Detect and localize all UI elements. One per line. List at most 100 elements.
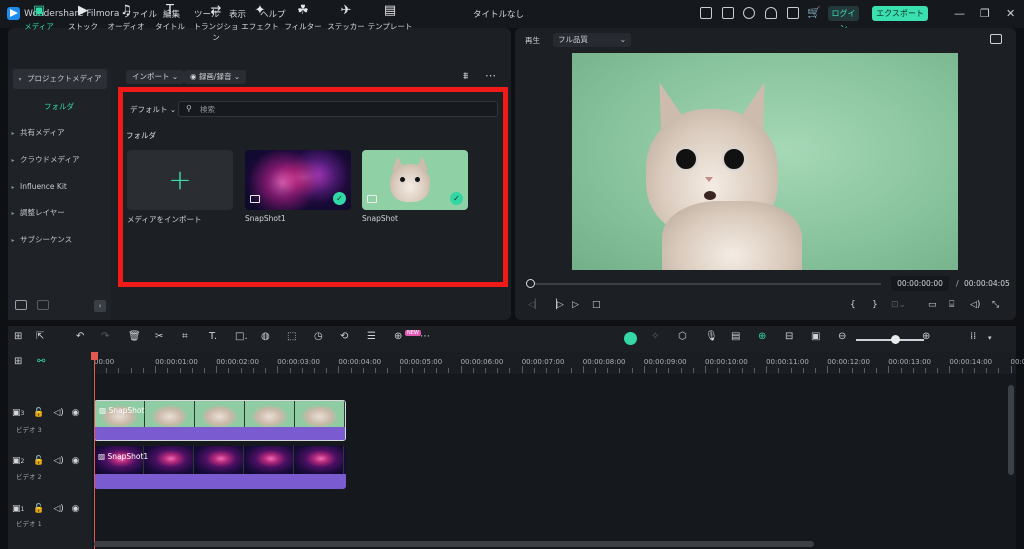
sidebar-item-adjustment-layer[interactable]: ▸ 調整レイヤー [6,203,105,223]
vertical-scrollbar[interactable] [1008,385,1014,475]
sidebar-item-project-media[interactable]: ▾ プロジェクトメディア [13,69,107,89]
timer-icon[interactable]: ◷ [314,331,323,342]
undo-icon[interactable]: ↶ [76,331,84,342]
minimize-icon[interactable]: — [954,7,965,20]
eye-icon[interactable]: ◉ [72,456,80,466]
tool-template[interactable]: ▤ テンプレート [366,3,414,32]
mute-icon[interactable]: ◁) [53,504,63,514]
lock-icon[interactable]: 🔓 [33,504,44,514]
more-options-icon[interactable]: ⋯ [485,69,496,82]
tool-title[interactable]: T タイトル [147,3,193,32]
magic-icon[interactable]: ⟲ [340,331,348,342]
save-icon[interactable] [722,7,734,19]
mark-in-icon[interactable]: { [850,300,856,310]
adjust-icon[interactable]: ☰ [367,331,376,342]
auto-ripple-icon[interactable]: ⊟ [785,331,793,342]
sidebar-item-cloud-media[interactable]: ▸ クラウドメディア [6,150,105,170]
cart-icon[interactable]: 🛒 [807,6,821,19]
login-button[interactable]: ログイン [828,6,859,33]
motion-icon[interactable]: ✧ [651,331,659,342]
mute-icon[interactable]: ◁) [53,408,63,418]
eye-icon[interactable]: ◉ [72,504,80,514]
render-preview-icon[interactable]: ⊡⌄ [891,300,906,310]
mark-out-icon[interactable]: } [872,300,878,310]
step-forward-icon[interactable]: ▕▷ [550,300,564,310]
filter-sort-icon[interactable]: ⩩ [463,71,468,82]
audio-track-icon[interactable]: ▤ [731,331,740,342]
upload-icon[interactable] [743,7,755,19]
import-button[interactable]: インポート ⌄ [126,70,185,84]
play-icon[interactable]: ▷ [572,300,579,310]
shape-icon[interactable]: □. [235,331,248,342]
lock-icon[interactable]: 🔓 [33,408,44,418]
record-button[interactable]: ◉ 録画/録音 ⌄ [184,70,247,84]
collapse-sidebar-button[interactable]: ‹ [94,300,106,312]
media-item-snapshot[interactable]: ✓ [362,150,468,210]
tool-stock[interactable]: ▶ ストック [60,3,106,32]
sidebar-item-shared-media[interactable]: ▸ 共有メディア [6,123,105,143]
new-folder-icon[interactable] [15,300,27,310]
stop-icon[interactable]: □ [592,300,601,310]
horizontal-scrollbar[interactable] [94,541,814,547]
tool-transition[interactable]: ⇄ トランジション [191,3,241,43]
marker-icon[interactable]: ▣ [811,331,820,342]
zoom-slider[interactable] [856,339,924,341]
export-button[interactable]: エクスポート ⌄ [872,6,928,33]
zoom-in-icon[interactable]: ⊕ [922,331,930,342]
close-icon[interactable]: ✕ [1006,7,1015,20]
ai-tool-icon[interactable]: ⊕ [394,331,402,342]
shield-icon[interactable]: ⬡ [678,331,687,342]
select-tool-icon[interactable]: ⇱ [36,331,44,342]
playback-progress-bar[interactable] [529,283,881,285]
tool-filter[interactable]: ☘ フィルター [280,3,326,32]
cut-icon[interactable]: ✂ [155,331,163,342]
sort-dropdown[interactable]: デフォルト ⌄ [130,104,176,115]
redo-icon[interactable]: ↷ [101,331,109,342]
current-timecode[interactable]: 00:00:00:00 [891,276,949,291]
chevron-down-icon[interactable]: ▾ [988,334,992,342]
delete-icon[interactable]: 🗑 [128,331,141,342]
media-item-snapshot1[interactable]: ✓ [245,150,351,210]
layout-grid-icon[interactable]: ⊞ [14,331,22,342]
quality-dropdown[interactable]: フル品質 ⌄ [553,33,631,47]
tool-audio[interactable]: ♫ オーディオ [103,3,149,32]
snap-icon[interactable]: ⊕ [758,331,766,342]
sidebar-item-subsequence[interactable]: ▸ サブシーケンス [6,230,105,250]
volume-icon[interactable]: ◁) [970,300,980,310]
camera-icon[interactable]: ⌸ [949,300,954,310]
more-tools-icon[interactable]: ⋯ [420,331,430,342]
tool-effect[interactable]: ✦ エフェクト [237,3,283,32]
maximize-icon[interactable]: ❐ [980,7,990,20]
sidebar-item-influence-kit[interactable]: ▸ Influence Kit [6,177,105,197]
playback-scrubber[interactable] [526,279,535,288]
playhead-handle[interactable] [91,352,98,360]
text-icon[interactable]: T. [209,331,217,342]
fullscreen-icon[interactable]: ⤡ [992,300,999,310]
tool-sticker[interactable]: ✈ ステッカー [323,3,369,32]
headset-icon[interactable] [765,7,777,19]
add-track-icon[interactable]: ⊞ [14,356,22,367]
playhead[interactable] [94,352,95,549]
previous-frame-icon[interactable]: ◁▏ [528,300,542,310]
zoom-out-icon[interactable]: ⊖ [838,331,846,342]
crop-icon[interactable]: ⌗ [182,331,188,342]
monitor-icon[interactable] [700,7,712,19]
search-input[interactable] [178,101,498,117]
sidebar-item-folder[interactable]: フォルダ [44,101,74,112]
tool-media[interactable]: ▣ メディア [16,3,62,32]
snapshot-image-icon[interactable] [990,34,1002,44]
lock-icon[interactable]: 🔓 [33,456,44,466]
eye-icon[interactable]: ◉ [72,408,80,418]
grid-apps-icon[interactable] [787,7,799,19]
zoom-slider-handle[interactable] [891,335,900,344]
color-palette-icon[interactable]: ◍ [261,331,270,342]
link-icon[interactable]: ⚯ [37,356,45,367]
folder-icon[interactable] [37,300,49,310]
keyframe-icon[interactable]: ⬚ [287,331,296,342]
mute-icon[interactable]: ◁) [53,456,63,466]
import-media-tile[interactable]: + [127,150,233,210]
microphone-icon[interactable]: 🎙 [705,331,718,342]
clip-snapshot1[interactable]: ▨ SnapShot1 [94,446,346,489]
grid-dots-icon[interactable]: ⁞⁞ [970,331,976,342]
display-icon[interactable]: ▭ [928,300,937,310]
